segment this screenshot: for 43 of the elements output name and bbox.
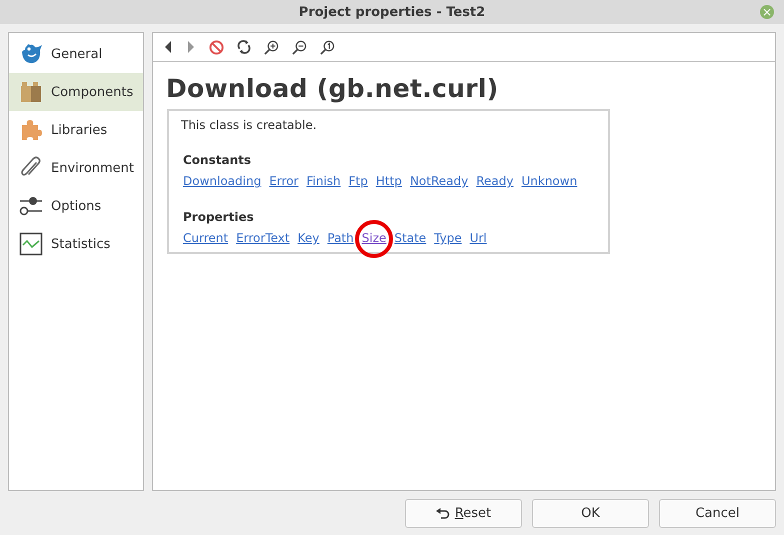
dialog-button[interactable]: Cancel [659,499,776,528]
puzzle-icon [19,118,43,142]
sliders-icon [19,194,43,218]
section-heading: Properties [183,210,255,224]
zoom-reset-icon[interactable] [320,40,335,54]
doc-link[interactable]: Ready [476,174,514,188]
page-heading: Download (gb.net.curl) [166,74,500,103]
dialog-button[interactable]: OK [532,499,649,528]
doc-link[interactable]: Url [470,231,487,245]
sidebar-item[interactable]: Statistics [9,225,143,263]
doc-link[interactable]: Type [434,231,462,245]
doc-link[interactable]: Ftp [348,174,368,188]
window-title: Project properties - Test2 [298,4,486,20]
doc-link[interactable]: Error [269,174,298,188]
sidebar-item[interactable]: Components [9,73,143,111]
doc-link[interactable]: Current [183,231,228,245]
class-note: This class is creatable. [181,118,318,132]
reset-button[interactable]: Reset [405,499,522,528]
sidebar-item[interactable]: Libraries [9,111,143,149]
doc-link[interactable]: ErrorText [236,231,290,245]
doc-link[interactable]: Key [298,231,320,245]
chart-icon [19,232,43,256]
section-heading: Constants [183,153,252,167]
refresh-icon[interactable] [237,40,251,54]
zoom-out-icon[interactable] [292,40,307,54]
doc-link[interactable]: Path [327,231,354,245]
doc-link[interactable]: Finish [306,174,341,188]
undo-icon [436,508,450,520]
sidebar-item[interactable]: Environment [9,149,143,187]
bird-icon [19,42,43,66]
back-icon[interactable] [163,40,173,54]
stop-icon[interactable] [209,40,224,54]
forward-icon[interactable] [186,40,196,54]
boxes-icon [19,80,43,104]
doc-link[interactable]: Downloading [183,174,262,188]
doc-link[interactable]: Unknown [521,174,578,188]
doc-link[interactable]: State [394,231,426,245]
sidebar-item[interactable]: Options [9,187,143,225]
doc-link[interactable]: NotReady [410,174,468,188]
sidebar-item[interactable]: General [9,35,143,73]
doc-link[interactable]: Size [362,231,386,245]
doc-link[interactable]: Http [376,174,402,188]
zoom-in-icon[interactable] [264,40,279,54]
